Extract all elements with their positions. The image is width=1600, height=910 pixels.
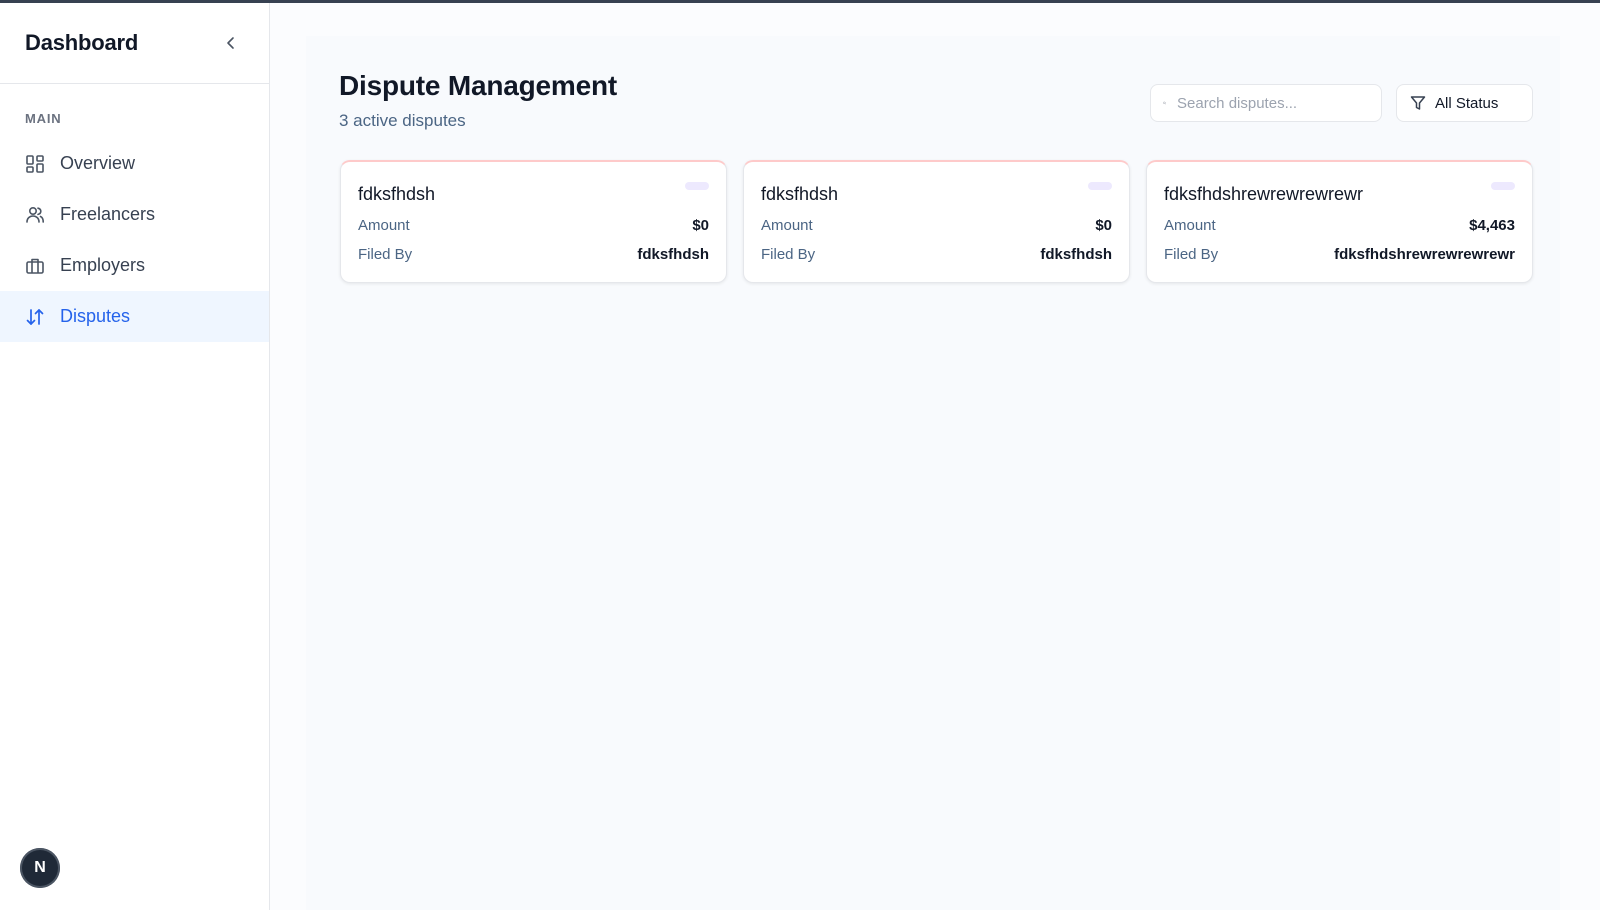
amount-row: Amount $4,463 <box>1164 217 1515 234</box>
filter-icon <box>1410 96 1426 110</box>
status-badge <box>685 182 709 190</box>
search-icon <box>1163 101 1166 105</box>
briefcase-icon <box>25 255 46 276</box>
sidebar-header: Dashboard <box>0 3 269 84</box>
dispute-title: fdksfhdsh <box>761 184 839 204</box>
sidebar-title: Dashboard <box>25 30 139 55</box>
filed-by-label: Filed By <box>761 246 816 263</box>
filed-by-row: Filed By fdksfhdsh <box>358 246 709 263</box>
filed-by-label: Filed By <box>358 246 413 263</box>
status-badge <box>1491 182 1515 190</box>
dispute-card[interactable]: fdksfhdsh Amount $0 Filed By fdksfhdsh <box>340 160 727 283</box>
arrows-up-down-icon <box>25 306 46 327</box>
amount-row: Amount $0 <box>358 217 709 234</box>
status-badge <box>1088 182 1112 190</box>
status-filter-label: All Status <box>1435 94 1499 112</box>
amount-label: Amount <box>358 217 410 234</box>
user-avatar[interactable]: N <box>20 848 60 888</box>
sidebar-item-label: Disputes <box>60 306 131 326</box>
sidebar: Dashboard MAIN Overview Freelancers Empl… <box>0 3 270 910</box>
amount-label: Amount <box>761 217 813 234</box>
amount-value: $0 <box>692 217 709 234</box>
filed-by-value: fdksfhdsh <box>637 246 709 263</box>
search-input[interactable] <box>1175 93 1369 113</box>
filed-by-value: fdksfhdsh <box>1040 246 1112 263</box>
filed-by-row: Filed By fdksfhdsh <box>761 246 1112 263</box>
sidebar-item-label: Employers <box>60 255 146 275</box>
status-filter-button[interactable]: All Status <box>1396 84 1533 122</box>
amount-label: Amount <box>1164 217 1216 234</box>
collapse-sidebar-button[interactable] <box>221 33 241 53</box>
page-title: Dispute Management <box>339 70 617 101</box>
sidebar-item-label: Overview <box>60 153 136 173</box>
amount-value: $0 <box>1095 217 1112 234</box>
sidebar-section-label: MAIN <box>25 111 62 126</box>
dispute-card[interactable]: fdksfhdshrewrewrewrewr Amount $4,463 Fil… <box>1146 160 1533 283</box>
dispute-card[interactable]: fdksfhdsh Amount $0 Filed By fdksfhdsh <box>743 160 1130 283</box>
sidebar-item-employers[interactable]: Employers <box>0 240 269 291</box>
page-subtitle: 3 active disputes <box>339 111 466 130</box>
amount-value: $4,463 <box>1469 217 1515 234</box>
chevron-left-icon <box>227 37 234 49</box>
users-icon <box>25 204 46 225</box>
grid-icon <box>25 153 46 174</box>
sidebar-item-freelancers[interactable]: Freelancers <box>0 189 269 240</box>
amount-row: Amount $0 <box>761 217 1112 234</box>
dispute-title: fdksfhdsh <box>358 184 436 204</box>
sidebar-item-overview[interactable]: Overview <box>0 138 269 189</box>
filed-by-row: Filed By fdksfhdshrewrewrewrewr <box>1164 246 1515 263</box>
search-box[interactable] <box>1150 84 1382 122</box>
sidebar-item-disputes[interactable]: Disputes <box>0 291 269 342</box>
filed-by-value: fdksfhdshrewrewrewrewr <box>1334 246 1515 263</box>
filed-by-label: Filed By <box>1164 246 1219 263</box>
sidebar-item-label: Freelancers <box>60 204 156 224</box>
dispute-title: fdksfhdshrewrewrewrewr <box>1164 184 1364 204</box>
